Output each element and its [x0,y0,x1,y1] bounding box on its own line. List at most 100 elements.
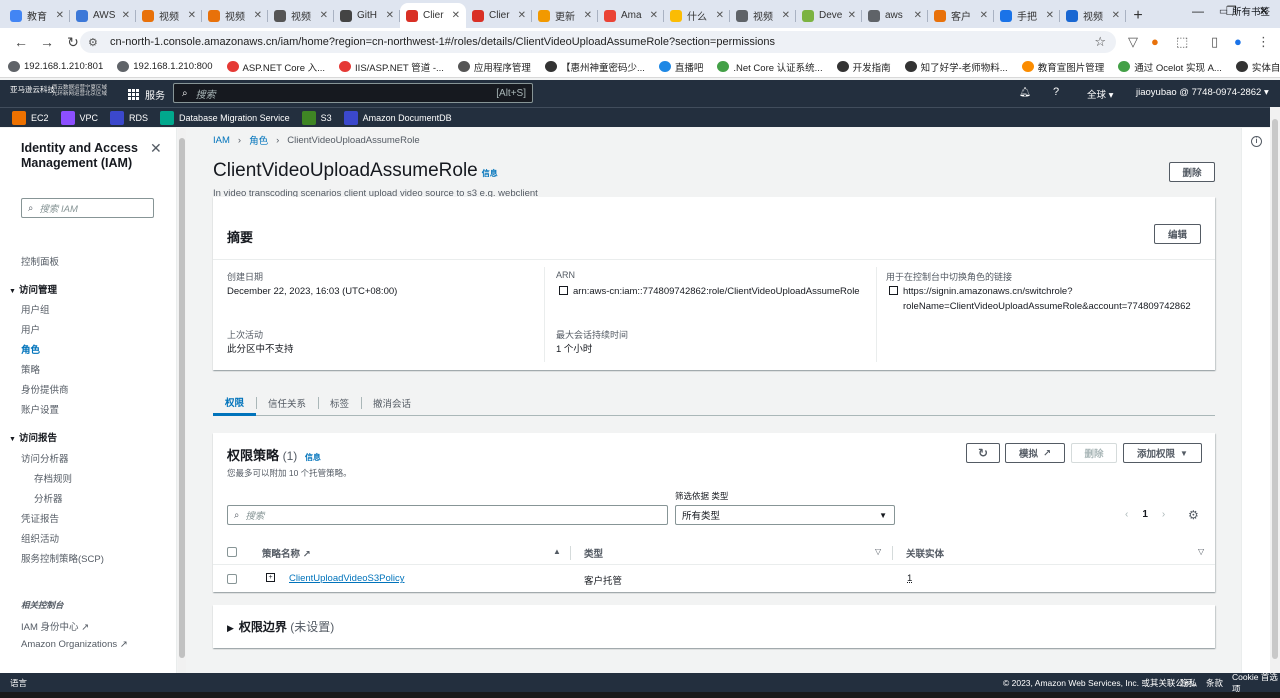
extension-icon[interactable]: ▽ [1128,34,1138,50]
browser-tab[interactable]: 什么 ✕ [664,3,730,28]
sidebar-item-archive-rules[interactable]: 存档规则 [34,471,72,485]
browser-tab[interactable]: AWS ✕ [70,3,136,28]
sidebar-item-identity-center[interactable]: IAM 身份中心 ↗ [21,619,89,633]
favorite-service[interactable]: S3 S3 [301,110,332,125]
tab-close-icon[interactable]: ✕ [320,10,328,21]
edit-summary-button[interactable]: 编辑 [1154,224,1201,244]
tab-tags[interactable]: 标签 [318,390,361,416]
sidebar-item-organizations[interactable]: Amazon Organizations ↗ [21,639,128,650]
tab-close-icon[interactable]: ✕ [56,10,64,21]
tab-close-icon[interactable]: ✕ [188,10,196,21]
tab-close-icon[interactable]: ✕ [584,10,592,21]
bookmark-item[interactable]: ASP.NET Core 入... [226,60,325,74]
back-icon[interactable]: ← [8,34,34,50]
row-checkbox[interactable] [227,574,237,584]
sidebar-section-access-reports[interactable]: ▼ 访问报告 [9,430,57,444]
all-bookmarks[interactable]: ▭ 所有书签 [1219,4,1270,19]
url-input[interactable]: ⚙ cn-north-1.console.amazonaws.cn/iam/ho… [80,31,1116,53]
terms-link[interactable]: 条款 [1206,677,1223,689]
bookmark-item[interactable]: 开发指南 [836,60,891,74]
side-panel-icon[interactable]: ▯ [1211,34,1218,50]
tab-permissions[interactable]: 权限 [213,390,257,416]
favorite-service[interactable]: EC2 EC2 [12,110,49,125]
delete-role-button[interactable]: 删除 [1169,162,1215,182]
profile-avatar-icon[interactable]: ● [1234,34,1242,49]
column-resizer[interactable] [892,546,893,560]
breadcrumb-roles[interactable]: 角色 [249,133,268,147]
help-icon[interactable]: ? [1053,86,1059,98]
sidebar-section-access-management[interactable]: ▼ 访问管理 [9,282,57,296]
add-permissions-button[interactable]: 添加权限 ▼ [1123,443,1202,463]
sidebar-item-access-analyzer[interactable]: 访问分析器 [21,451,69,465]
policy-search-input[interactable]: ⌕ 搜索 [227,505,668,525]
new-tab-button[interactable]: + [1126,4,1150,28]
bookmark-item[interactable]: .Net Core 认证系统... [717,60,823,74]
sidebar-item-users[interactable]: 用户 [21,322,40,336]
browser-tab[interactable]: 视频 ✕ [730,3,796,28]
bookmark-item[interactable]: 【惠州神童密码少... [544,60,645,74]
browser-tab[interactable]: 视频 ✕ [1060,3,1126,28]
browser-tab[interactable]: Clier ✕ [400,3,466,28]
tab-close-icon[interactable]: ✕ [716,10,724,21]
tab-close-icon[interactable]: ✕ [254,10,262,21]
favorite-service[interactable]: DB Amazon DocumentDB [343,110,452,125]
column-policy-name[interactable]: 策略名称 ↗ [262,546,311,560]
column-type[interactable]: 类型 [584,546,603,560]
select-all-checkbox[interactable] [227,547,237,557]
info-icon[interactable]: i [1251,136,1262,147]
remove-policy-button[interactable]: 删除 [1071,443,1117,463]
bookmark-item[interactable]: 192.168.1.210:800 [117,61,213,72]
tab-close-icon[interactable]: ✕ [980,10,988,21]
bookmark-item[interactable]: 通过 Ocelot 实现 A... [1118,60,1222,74]
console-search-input[interactable]: ⌕ 搜索 [Alt+S] [173,83,533,103]
browser-tab[interactable]: 视频 ✕ [268,3,334,28]
switch-role-link[interactable]: https://signin.amazonaws.cn/switchrole? … [889,284,1191,314]
services-menu[interactable]: 服务 [128,87,165,102]
prev-page-icon[interactable]: ‹ [1125,509,1128,520]
bookmark-item[interactable]: 教育宣图片管理 [1021,60,1104,74]
tab-trust-relationships[interactable]: 信任关系 [256,390,318,416]
site-info-icon[interactable]: ⚙ [88,36,102,49]
extension-icon[interactable]: ● [1151,34,1159,49]
sidebar-item-user-groups[interactable]: 用户组 [21,302,50,316]
column-attached-entities[interactable]: 关联实体 [906,546,944,560]
next-page-icon[interactable]: › [1162,509,1165,520]
aws-logo[interactable]: 亚马逊云科技 [10,86,55,94]
notifications-bell-icon[interactable]: 🔔︎ [1019,87,1031,98]
breadcrumb-iam[interactable]: IAM [213,135,230,146]
sidebar-item-roles[interactable]: 角色 [21,342,40,356]
sidebar-item-account-settings[interactable]: 账户设置 [21,402,59,416]
sidebar-item-credential-report[interactable]: 凭证报告 [21,511,59,525]
copy-icon[interactable] [889,286,898,295]
language-selector[interactable]: 语言 [10,677,27,689]
tab-close-icon[interactable]: ✕ [848,10,856,21]
permissions-boundary-panel[interactable]: ▶ 权限边界 (未设置) [213,605,1215,648]
sidebar-item-policies[interactable]: 策略 [21,362,40,376]
forward-icon[interactable]: → [34,34,60,50]
browser-tab[interactable]: aws ✕ [862,3,928,28]
sidebar-item-identity-providers[interactable]: 身份提供商 [21,382,69,396]
refresh-button[interactable]: ↻ [966,443,1000,463]
attached-entities-count[interactable]: 1 [907,573,912,584]
privacy-link[interactable]: 隐私 [1180,677,1197,689]
browser-tab[interactable]: Clier ✕ [466,3,532,28]
close-icon[interactable]: ✕ [150,140,162,157]
bookmark-item[interactable]: 192.168.1.210:801 [8,61,103,72]
account-menu[interactable]: jiaoyubao @ 7748-0974-2862 ▾ [1136,87,1269,98]
column-resizer[interactable] [570,546,571,560]
browser-tab[interactable]: 手把 ✕ [994,3,1060,28]
favorite-service[interactable]: VPC VPC [60,110,98,125]
sidebar-item-scp[interactable]: 服务控制策略(SCP) [21,551,104,565]
bookmark-star-icon[interactable]: ☆ [1094,34,1106,50]
browser-tab[interactable]: 视频 ✕ [136,3,202,28]
sidebar-search-input[interactable]: ⌕ 搜索 IAM [21,198,154,218]
browser-tab[interactable]: 客户 ✕ [928,3,994,28]
browser-tab[interactable]: 更新 ✕ [532,3,598,28]
tab-close-icon[interactable]: ✕ [1046,10,1054,21]
browser-tab[interactable]: Ama ✕ [598,3,664,28]
bookmark-item[interactable]: 实体自动生成器 [1235,60,1280,74]
tab-close-icon[interactable]: ✕ [122,10,130,21]
info-link[interactable]: 信息 [482,169,498,178]
sidebar-item-dashboard[interactable]: 控制面板 [21,254,59,268]
bookmark-item[interactable]: IIS/ASP.NET 管道 -... [339,60,444,74]
